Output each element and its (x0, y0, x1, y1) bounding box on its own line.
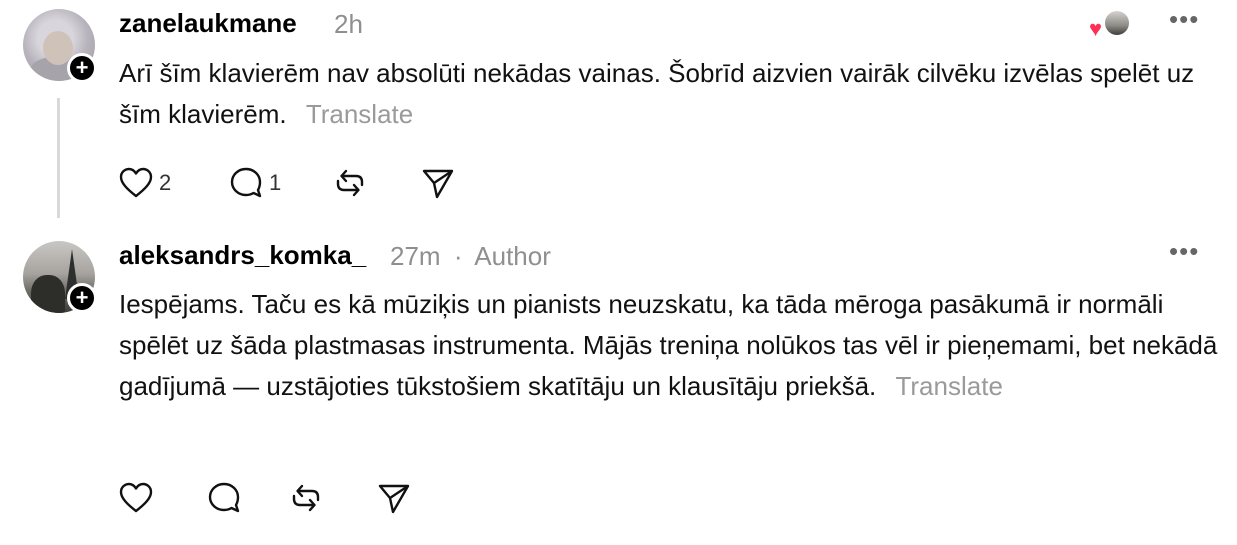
post-time: 2h (334, 9, 363, 39)
reply-count: 1 (269, 170, 282, 195)
share-button[interactable] (421, 163, 455, 203)
post-text: Arī šīm klavierēm nav absolūti nekādas v… (119, 53, 1219, 135)
post-meta: 27m · Author (390, 241, 551, 272)
like-count: 2 (159, 170, 172, 195)
repost-icon (292, 484, 320, 512)
more-options-icon[interactable]: ••• (1169, 4, 1199, 35)
reply-button[interactable]: 1 (229, 163, 281, 203)
username[interactable]: aleksandrs_komka_ (119, 240, 366, 271)
post-zanelaukmane: + zanelaukmane 2h ♥ ••• Arī šīm klavierē… (0, 0, 1237, 230)
send-icon (422, 169, 454, 199)
repost-icon (336, 169, 364, 197)
reactor-avatar (1103, 9, 1131, 37)
author-badge: Author (474, 241, 551, 271)
like-button[interactable]: 2 (119, 163, 171, 203)
post-body: Arī šīm klavierēm nav absolūti nekādas v… (119, 58, 1195, 129)
heart-reaction-icon: ♥ (1089, 16, 1103, 41)
meta-separator: · (453, 241, 463, 271)
more-options-icon[interactable]: ••• (1169, 236, 1199, 267)
share-button[interactable] (377, 478, 411, 518)
post-time: 27m (390, 241, 441, 271)
comment-icon (208, 482, 240, 513)
translate-link[interactable]: Translate (306, 99, 413, 129)
reaction-indicator[interactable]: ♥ (1089, 9, 1131, 41)
translate-link[interactable]: Translate (895, 371, 1002, 401)
send-icon (378, 484, 410, 514)
comment-icon (230, 167, 262, 198)
heart-icon (119, 482, 153, 513)
follow-plus-icon[interactable]: + (67, 53, 97, 83)
like-button[interactable] (119, 478, 153, 518)
repost-button[interactable] (333, 163, 367, 203)
avatar-person (31, 275, 65, 313)
username[interactable]: zanelaukmane (119, 8, 297, 39)
heart-icon (119, 167, 153, 198)
repost-button[interactable] (289, 478, 323, 518)
post-body: Iespējams. Taču es kā mūziķis un pianist… (119, 289, 1218, 401)
thread-line (57, 98, 60, 218)
follow-plus-icon[interactable]: + (67, 283, 97, 313)
post-text: Iespējams. Taču es kā mūziķis un pianist… (119, 284, 1219, 407)
reply-button[interactable] (207, 478, 241, 518)
